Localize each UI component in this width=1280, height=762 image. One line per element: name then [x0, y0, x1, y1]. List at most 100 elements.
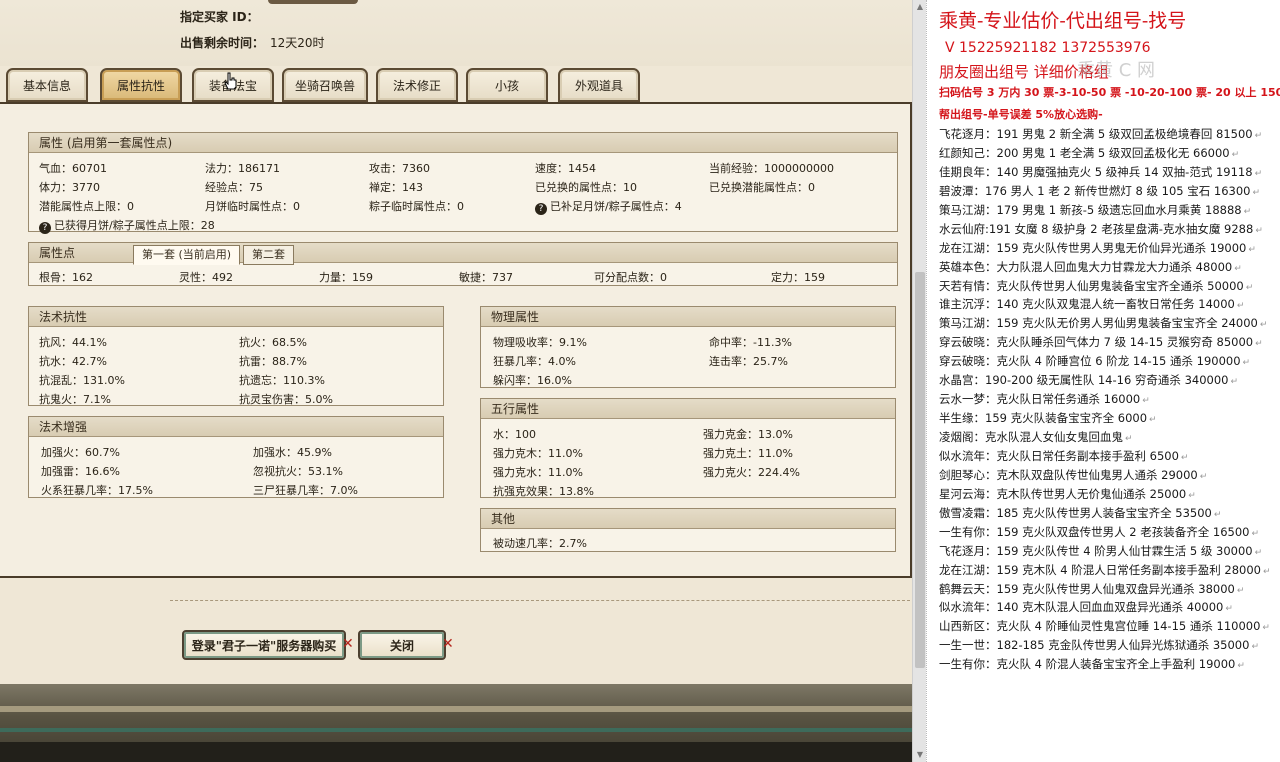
tab-mount-summon[interactable]: 坐骑召唤兽 — [282, 68, 368, 102]
listing-text: 傲雪凌霜：185 克火队传世男人装备宝宝齐全 53500 — [939, 505, 1212, 520]
help-icon[interactable]: ? — [535, 203, 547, 215]
listing-text: 策马江湖：179 男鬼 1 新孩-5 级遗忘回血水月乘黄 18888 — [939, 202, 1242, 217]
return-mark-icon: ↵ — [1225, 604, 1233, 615]
point-spirit: 灵性：492 — [179, 271, 233, 284]
attr-exchanged-points: 已兑换的属性点：10 — [535, 181, 637, 194]
attr-attack: 攻击：7360 — [369, 162, 430, 175]
listing-text: 英雄本色：大力队混人回血鬼大力甘霖龙大力通杀 48000 — [939, 259, 1233, 274]
help-icon[interactable]: ? — [39, 222, 51, 234]
listing-text: 谁主沉浮：140 克火队双鬼混人统一畜牧日常任务 14000 — [939, 297, 1235, 312]
spell-enhance-box: 法术增强 加强火：60.7% 加强水：45.9% 加强雷：16.6% 忽视抗火：… — [28, 416, 444, 498]
listing-text: 一生有你：克火队 4 阶混人装备宝宝齐全上手盈利 19000 — [939, 657, 1236, 672]
listing-item: 策马江湖：179 男鬼 1 新孩-5 级遗忘回血水月乘黄 18888 ↵ — [939, 201, 1280, 220]
tab-child[interactable]: 小孩 — [466, 68, 548, 102]
watermark: 乘黄 C 网 — [1077, 60, 1156, 81]
return-mark-icon: ↵ — [1236, 585, 1245, 596]
fire-crit-rate: 火系狂暴几率：17.5% — [41, 484, 153, 497]
point-focus: 定力：159 — [771, 271, 825, 284]
point-agility: 敏捷：737 — [459, 271, 513, 284]
attr-stamina: 体力：3770 — [39, 181, 100, 194]
return-mark-icon: ↵ — [1254, 547, 1263, 558]
notes-price-line: 扫码估号 3 万内 30 票-3-10-50 票 -10-20-100 票- 2… — [939, 86, 1280, 99]
resist-forget: 抗遗忘：110.3% — [239, 374, 325, 387]
tab-label: 坐骑召唤兽 — [294, 78, 355, 93]
phys-combo: 连击率：25.7% — [709, 355, 788, 368]
attr-hp: 气血：60701 — [39, 162, 107, 175]
strong-vs-wood: 强力克木：11.0% — [493, 447, 583, 460]
enhance-water: 加强水：45.9% — [253, 446, 332, 459]
return-mark-icon: ↵ — [1255, 225, 1263, 236]
listing-text: 龙在江湖：159 克木队 4 阶混人日常任务副本接手盈利 28000 — [939, 562, 1261, 577]
attr-points-title-text: 属性点 — [39, 246, 76, 260]
attr-points-box: 属性点 第一套 (当前启用) 第二套 根骨：162 灵性：492 力量：159 … — [28, 242, 898, 286]
return-mark-icon: ↵ — [1142, 396, 1150, 407]
listing-text: 佳期良年：140 男魔强抽克火 5 级神兵 14 双抽-范式 19118 — [939, 164, 1253, 179]
resist-ghostfire: 抗鬼火：7.1% — [39, 393, 111, 406]
listing-item: 鹤舞云天：159 克火队传世男人仙鬼双盘异光通杀 38000 ↵ — [939, 580, 1280, 599]
listing-item: 云水一梦：克火队日常任务通杀 16000 ↵ — [939, 390, 1280, 409]
return-mark-icon: ↵ — [1188, 490, 1196, 501]
remaining-time-value: 12天20时 — [270, 36, 325, 50]
attr-mooncake-cap-text: 已获得月饼/粽子属性点上限：28 — [54, 219, 215, 232]
listing-item: 水晶宫：190-200 级无属性队 14-16 穷奇通杀 340000 ↵ — [939, 371, 1280, 390]
tab-label: 属性抗性 — [116, 78, 165, 93]
return-mark-icon: ↵ — [1245, 282, 1254, 293]
return-mark-icon: ↵ — [1180, 452, 1189, 463]
vertical-scrollbar[interactable]: ▲ ▼ — [912, 0, 926, 762]
bottom-decoration — [0, 684, 912, 762]
listing-text: 星河云海：克木队传世男人无价鬼仙通杀 25000 — [939, 486, 1187, 501]
listing-item: 水云仙府:191 女魔 8 级护身 2 老孩星盘满-克水抽女魔 9288 ↵ — [939, 220, 1280, 239]
close-x-icon: ✕ — [342, 636, 354, 652]
resist-water: 抗水：42.7% — [39, 355, 107, 368]
five-elements-title: 五行属性 — [481, 399, 895, 419]
phys-absorb: 物理吸收率：9.1% — [493, 336, 587, 349]
physical-box: 物理属性 物理吸收率：9.1% 命中率：-11.3% 狂暴几率：4.0% 连击率… — [480, 306, 896, 388]
tab-basic-info[interactable]: 基本信息 — [6, 68, 88, 102]
spell-resist-title: 法术抗性 — [29, 307, 443, 327]
listing-text: 半生缘：159 克火队装备宝宝齐全 6000 — [939, 411, 1148, 426]
return-mark-icon: ↵ — [1251, 528, 1260, 539]
listing-item: 山西新区：克火队 4 阶睡仙灵性鬼宫位睡 14-15 通杀 110000 ↵ — [939, 617, 1280, 636]
listing-item: 佳期良年：140 男魔强抽克火 5 级神兵 14 双抽-范式 19118 ↵ — [939, 163, 1280, 182]
tab-appearance[interactable]: 外观道具 — [558, 68, 640, 102]
tab-label: 法术修正 — [392, 78, 441, 93]
point-assignable: 可分配点数：0 — [594, 271, 667, 284]
tab-label: 基本信息 — [22, 78, 71, 93]
hand-cursor-icon — [224, 72, 237, 90]
tab-spell-modify[interactable]: 法术修正 — [376, 68, 458, 102]
point-strength: 力量：159 — [319, 271, 373, 284]
listing-text: 穿云破晓：克火队 4 阶睡宫位 6 阶龙 14-15 通杀 190000 — [939, 354, 1241, 369]
listing-item: 英雄本色：大力队混人回血鬼大力甘霖龙大力通杀 48000 ↵ — [939, 258, 1280, 277]
scroll-down-icon[interactable]: ▼ — [915, 750, 925, 760]
sanshi-crit-rate: 三尸狂暴几率：7.0% — [253, 484, 358, 497]
attr-exp-points: 经验点：75 — [205, 181, 263, 194]
buyer-id-label: 指定买家 ID： — [180, 10, 259, 24]
return-mark-icon: ↵ — [1236, 301, 1245, 312]
strong-vs-fire: 强力克火：224.4% — [703, 466, 800, 479]
ignore-resist-fire: 忽视抗火：53.1% — [253, 465, 343, 478]
tab-label: 外观道具 — [574, 78, 623, 93]
attr-mooncake-temp: 月饼临时属性点：0 — [205, 200, 300, 213]
listing-item: 飞花逐月：191 男鬼 2 新全满 5 级双回孟极绝境春回 81500 ↵ — [939, 125, 1280, 144]
top-button-edge — [268, 0, 358, 4]
subtab-second-set[interactable]: 第二套 — [243, 245, 294, 265]
scrollbar-thumb[interactable] — [915, 272, 925, 668]
return-mark-icon: ↵ — [1125, 434, 1133, 444]
tab-attributes-resist[interactable]: 属性抗性 — [100, 68, 182, 102]
attr-mooncake-cap: ? 已获得月饼/粽子属性点上限：28 — [39, 217, 215, 234]
subtab-first-set[interactable]: 第一套 (当前启用) — [133, 245, 241, 265]
enhance-thunder: 加强雷：16.6% — [41, 465, 120, 478]
attr-potential-cap: 潜能属性点上限：0 — [39, 200, 134, 213]
close-button[interactable]: 关闭 — [358, 630, 446, 660]
listing-text: 似水流年：克火队日常任务副本接手盈利 6500 — [939, 448, 1179, 463]
scroll-up-icon[interactable]: ▲ — [915, 2, 925, 12]
listing-text: 一生一世：182-185 克金队传世男人仙异光炼狱通杀 35000 — [939, 638, 1250, 653]
attr-speed: 速度：1454 — [535, 162, 596, 175]
listing-item: 穿云破晓：克火队睡杀回气体力 7 级 14-15 灵猴穷奇 85000 ↵ — [939, 333, 1280, 352]
spell-resist-box: 法术抗性 抗风：44.1% 抗火：68.5% 抗水：42.7% 抗雷：88.7%… — [28, 306, 444, 406]
listing-text: 飞花逐月：191 男鬼 2 新全满 5 级双回孟极绝境春回 81500 — [939, 127, 1253, 141]
login-buy-button[interactable]: 登录"君子一诺"服务器购买 — [182, 630, 346, 660]
return-mark-icon: ↵ — [1230, 377, 1239, 388]
attr-filled-points: ? 已补足月饼/粽子属性点：4 — [535, 198, 682, 215]
divider — [170, 600, 910, 601]
